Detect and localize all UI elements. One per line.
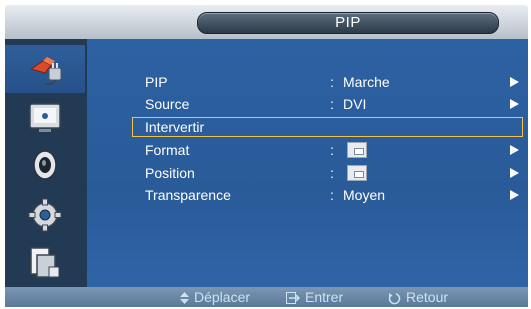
enter-label: Entrer: [305, 289, 344, 305]
osd-window: PIP PIP: Marche Source: DVI Interverti…: [5, 5, 528, 307]
menu-item-label: PIP: [145, 74, 168, 90]
chevron-right-icon: [510, 145, 519, 155]
menu-item-label: Intervertir: [145, 119, 205, 135]
menu-item-label: Format: [145, 142, 190, 158]
menu-item-label: Source: [145, 96, 190, 112]
menu-item-colon: :: [330, 142, 334, 158]
move-label: Déplacer: [194, 289, 251, 305]
pip-position-icon: [347, 165, 367, 181]
footer-hints: Déplacer Entrer Retour: [5, 287, 528, 307]
menu-item-pip[interactable]: PIP : Marche: [145, 71, 525, 93]
menu-item-position[interactable]: Position :: [145, 162, 525, 184]
menu-item-label: Position: [145, 165, 195, 181]
up-down-arrows-icon: [180, 292, 189, 305]
sound-icon[interactable]: [23, 147, 67, 183]
menu-item-value: Moyen: [343, 187, 386, 203]
menu-item-value: DVI: [343, 96, 367, 112]
move-hint: Déplacer: [180, 289, 250, 305]
input-plug-icon[interactable]: [23, 51, 67, 87]
menu-item-label: Transparence: [145, 187, 231, 203]
pip-size-icon: [347, 142, 367, 158]
chevron-right-icon: [510, 168, 519, 178]
page-title: PIP: [335, 14, 361, 31]
menu-item-intervertir[interactable]: Intervertir: [145, 116, 525, 138]
return-label: Retour: [406, 289, 449, 305]
enter-hint: Entrer: [286, 289, 343, 305]
sidebar: [5, 39, 87, 287]
setup-gear-icon[interactable]: [23, 197, 67, 233]
title-bar: PIP: [5, 5, 528, 39]
title-pill: PIP: [197, 12, 499, 34]
menu-panel: PIP : Marche Source : DVI Intervertir Fo…: [5, 39, 528, 287]
menu-item-format[interactable]: Format :: [145, 139, 525, 161]
menu-item-source[interactable]: Source : DVI: [145, 93, 525, 115]
menu-item-value: Marche: [343, 74, 390, 90]
multi-screen-icon[interactable]: [23, 245, 67, 281]
chevron-right-icon: [510, 77, 519, 87]
menu-item-colon: :: [330, 74, 334, 90]
menu-item-transparence[interactable]: Transparence : Moyen: [145, 184, 525, 206]
menu-item-colon: :: [330, 96, 334, 112]
chevron-right-icon: [510, 99, 519, 109]
menu-item-colon: :: [330, 187, 334, 203]
menu-item-colon: :: [330, 165, 334, 181]
enter-icon: [286, 292, 300, 305]
chevron-right-icon: [510, 190, 519, 200]
picture-icon[interactable]: [23, 99, 67, 135]
return-icon: [388, 292, 401, 305]
return-hint: Retour: [388, 289, 448, 305]
